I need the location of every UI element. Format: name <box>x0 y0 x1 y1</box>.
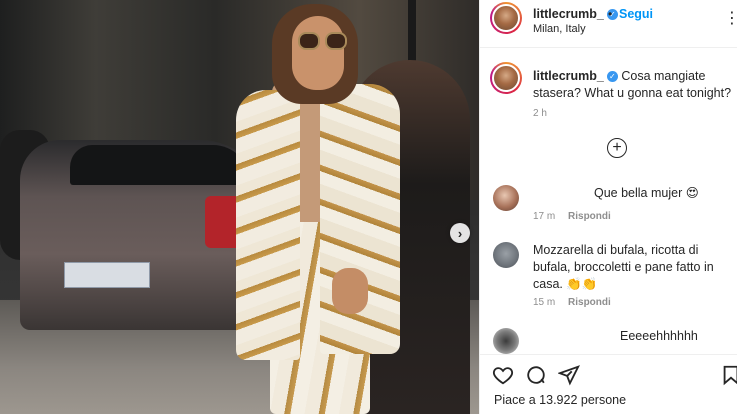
comment-time: 15 m <box>533 297 556 308</box>
caption-avatar[interactable] <box>490 62 522 94</box>
commenter-avatar[interactable] <box>493 328 519 354</box>
caption-time: 2 h <box>533 108 547 119</box>
chevron-right-icon: › <box>457 225 463 241</box>
author-username[interactable]: littlecrumb_ ✓ <box>533 7 618 21</box>
reply-button[interactable]: Rispondi <box>568 211 611 222</box>
woman-jacket-left <box>236 90 300 360</box>
post-header: littlecrumb_ ✓ • Segui Milan, Italy ⋮ <box>480 0 737 48</box>
license-plate <box>64 262 150 288</box>
verified-badge-icon: ✓ <box>606 71 618 82</box>
comment-text: Eeeeehhhhhh <box>620 329 698 343</box>
car-window <box>70 145 250 185</box>
reply-button[interactable]: Rispondi <box>568 297 611 308</box>
author-avatar[interactable] <box>490 2 522 34</box>
caption-username[interactable]: littlecrumb_ <box>533 69 604 83</box>
comment-meta: 15 m Rispondi <box>533 297 611 308</box>
bookmark-icon[interactable] <box>720 364 737 386</box>
commenter-avatar[interactable] <box>493 242 519 268</box>
comment-meta: 17 m Rispondi <box>533 211 611 222</box>
comment-text: Mozzarella di bufala, ricotta di bufala,… <box>533 243 714 291</box>
share-icon[interactable] <box>558 364 580 386</box>
plus-circle-icon: + <box>612 139 622 156</box>
next-photo-button[interactable]: › <box>450 223 470 243</box>
post-side-panel: littlecrumb_ ✓ • Segui Milan, Italy ⋮ lit… <box>479 0 737 414</box>
separator-dot: • <box>608 7 613 21</box>
heart-icon[interactable] <box>492 364 514 386</box>
comment-time: 17 m <box>533 211 556 222</box>
post-actions-bar: Piace a 13.922 persone <box>480 354 737 414</box>
more-horizontal-icon[interactable]: ⋮ <box>724 8 737 28</box>
commenter-avatar[interactable] <box>493 185 519 211</box>
caption-text: littlecrumb_ ✓ Cosa mangiate stasera? Wha… <box>533 68 733 102</box>
woman-hand <box>332 268 368 314</box>
post-photo[interactable]: › <box>0 0 479 414</box>
woman-face <box>292 16 344 90</box>
load-more-comments-button[interactable]: + <box>607 138 627 158</box>
post-location[interactable]: Milan, Italy <box>533 23 586 35</box>
likes-count[interactable]: Piace a 13.922 persone <box>494 393 626 407</box>
woman-jacket-right <box>320 84 400 354</box>
comment-icon[interactable] <box>525 364 547 386</box>
sunglasses <box>298 32 350 50</box>
follow-button[interactable]: Segui <box>619 7 653 21</box>
comment-text: Que bella mujer 😍 <box>594 186 699 200</box>
